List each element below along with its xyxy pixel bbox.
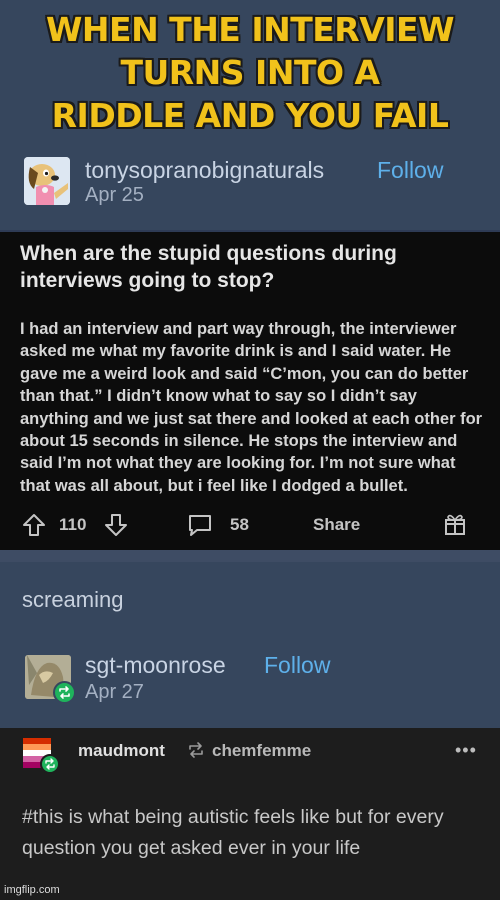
reblogged-from-username[interactable]: chemfemme xyxy=(212,741,311,761)
reblog-tags: #this is what being autistic feels like … xyxy=(22,806,444,859)
cartoon-dog-avatar-icon xyxy=(24,157,70,205)
comment-count: 58 xyxy=(230,515,249,534)
reblog-username[interactable]: maudmont xyxy=(78,741,165,761)
reblog-date: Apr 27 xyxy=(85,681,144,703)
share-button[interactable]: Share xyxy=(313,515,360,535)
caption-line-3: RIDDLE AND YOU FAIL xyxy=(51,96,449,135)
caption-line-1: WHEN THE INTERVIEW xyxy=(46,10,454,49)
upvote-count: 110 xyxy=(59,515,87,534)
more-options-icon[interactable]: ••• xyxy=(455,740,477,761)
question-title: When are the stupid questions during int… xyxy=(20,242,397,292)
reblog-arrow-icon xyxy=(186,740,206,765)
gift-icon[interactable] xyxy=(443,511,467,542)
avatar[interactable] xyxy=(24,157,70,205)
post-actions-bar: 110 58 Share xyxy=(0,508,500,544)
downvote-icon[interactable] xyxy=(104,512,128,543)
watermark: imgflip.com xyxy=(4,884,60,896)
small-reblog-badge-icon xyxy=(40,754,60,774)
meme-caption: WHEN THE INTERVIEW TURNS INTO A RIDDLE A… xyxy=(0,8,500,137)
reblog-badge-icon xyxy=(53,681,76,704)
upvote-icon[interactable] xyxy=(22,512,46,543)
caption-line-2: TURNS INTO A xyxy=(120,53,380,92)
question-body: I had an interview and part way through,… xyxy=(20,320,483,495)
reblogger-username[interactable]: sgt-moonrose xyxy=(85,652,226,679)
reblogger-follow-button[interactable]: Follow xyxy=(264,652,330,679)
follow-button[interactable]: Follow xyxy=(377,157,443,184)
post-date: Apr 25 xyxy=(85,184,144,206)
comment-icon[interactable] xyxy=(188,513,212,542)
meme-caption-area: WHEN THE INTERVIEW TURNS INTO A RIDDLE A… xyxy=(0,0,500,150)
post-username[interactable]: tonysopranobignaturals xyxy=(85,157,324,184)
reblog-comment: screaming xyxy=(22,587,124,612)
divider xyxy=(0,550,500,562)
